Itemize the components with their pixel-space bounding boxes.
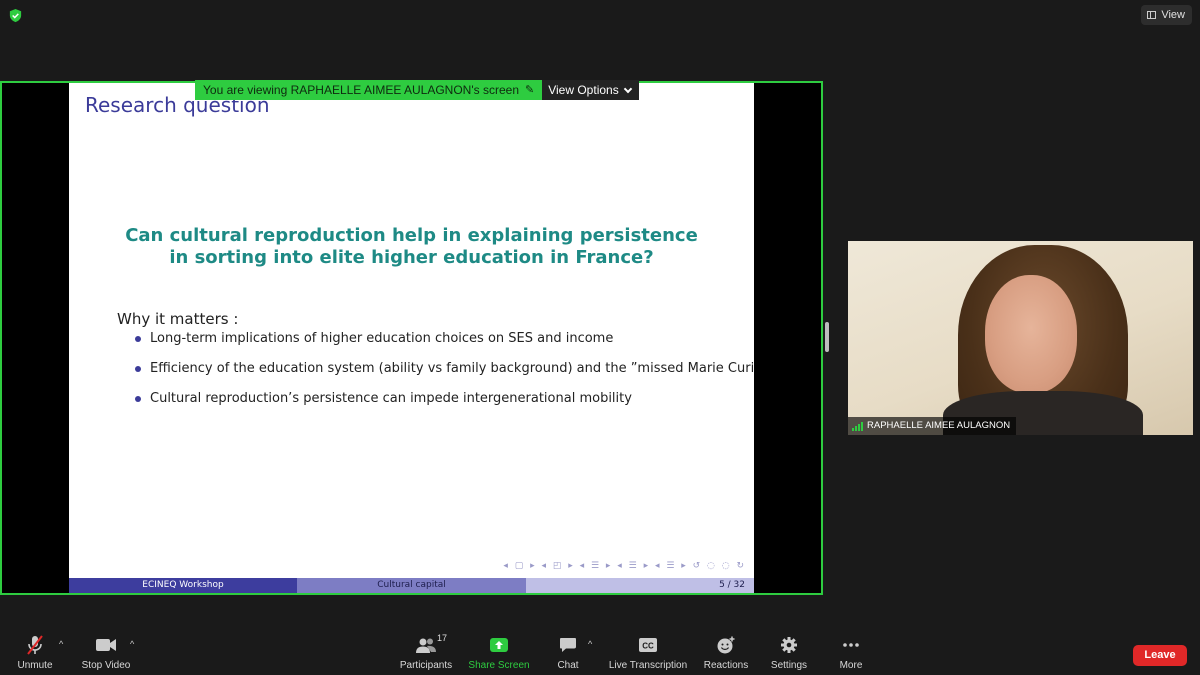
participants-button[interactable]: 17 Participants bbox=[399, 633, 453, 675]
shared-screen: Research question Can cultural reproduct… bbox=[0, 81, 823, 595]
share-screen-label: Share Screen bbox=[468, 660, 530, 671]
unmute-button[interactable]: Unmute bbox=[13, 633, 57, 675]
stop-video-button[interactable]: Stop Video bbox=[80, 633, 132, 675]
more-button[interactable]: More bbox=[838, 633, 864, 675]
meeting-toolbar: Unmute ^ Stop Video ^ 17 Participants Sh… bbox=[0, 633, 1200, 675]
video-face bbox=[985, 275, 1077, 393]
beamer-navigation-icons: ◂ ▢ ▸ ◂ ◰ ▸ ◂ ☰ ▸ ◂ ☰ ▸ ◂ ☰ ▸ ↺ ◌ ◌ ↻ bbox=[503, 561, 746, 571]
svg-text:CC: CC bbox=[642, 642, 654, 651]
participant-video[interactable]: RAPHAELLE AIMEE AULAGNON bbox=[848, 241, 1193, 435]
panel-resize-handle[interactable] bbox=[825, 322, 829, 352]
bullet-item: Efficiency of the education system (abil… bbox=[135, 360, 754, 390]
chat-options-caret-icon[interactable]: ^ bbox=[588, 639, 592, 649]
video-options-caret-icon[interactable]: ^ bbox=[130, 639, 134, 649]
chat-label: Chat bbox=[557, 660, 579, 671]
top-bar: View bbox=[0, 0, 1200, 32]
viewing-notice: You are viewing RAPHAELLE AIMEE AULAGNON… bbox=[195, 80, 543, 100]
participants-label: Participants bbox=[399, 660, 453, 671]
muted-microphone-icon bbox=[24, 635, 46, 655]
screen-share-banner: You are viewing RAPHAELLE AIMEE AULAGNON… bbox=[195, 80, 639, 100]
security-shield-icon[interactable] bbox=[8, 8, 23, 23]
participant-name-tag: RAPHAELLE AIMEE AULAGNON bbox=[848, 417, 1017, 435]
settings-label: Settings bbox=[770, 660, 808, 671]
view-button-label: View bbox=[1161, 9, 1185, 21]
settings-button[interactable]: Settings bbox=[770, 633, 808, 675]
question-line-2: in sorting into elite higher education i… bbox=[169, 247, 654, 268]
slide-footer: ECINEQ Workshop Cultural capital 5 / 32 bbox=[69, 578, 754, 593]
participants-count: 17 bbox=[436, 633, 447, 643]
bullet-list: Long-term implications of higher educati… bbox=[135, 330, 754, 420]
bullet-item: Cultural reproduction’s persistence can … bbox=[135, 390, 754, 420]
question-line-1: Can cultural reproduction help in explai… bbox=[125, 225, 698, 246]
gear-icon bbox=[778, 635, 800, 655]
leave-button[interactable]: Leave bbox=[1133, 645, 1187, 666]
share-screen-icon bbox=[488, 635, 510, 655]
closed-caption-icon: CC bbox=[637, 635, 659, 655]
signal-strength-icon bbox=[852, 421, 863, 431]
footer-page-number: 5 / 32 bbox=[526, 578, 754, 593]
more-label: More bbox=[839, 660, 863, 671]
emoji-reaction-icon bbox=[715, 635, 737, 655]
research-question: Can cultural reproduction help in explai… bbox=[69, 225, 754, 269]
live-transcription-label: Live Transcription bbox=[608, 660, 688, 671]
unmute-label: Unmute bbox=[17, 660, 53, 671]
video-camera-icon bbox=[95, 635, 117, 655]
share-screen-button[interactable]: Share Screen bbox=[468, 633, 530, 675]
footer-event: ECINEQ Workshop bbox=[69, 578, 297, 593]
stop-video-label: Stop Video bbox=[81, 660, 131, 671]
chat-bubble-icon bbox=[557, 635, 579, 655]
viewing-notice-text: You are viewing RAPHAELLE AIMEE AULAGNON… bbox=[203, 83, 519, 97]
participant-name: RAPHAELLE AIMEE AULAGNON bbox=[867, 420, 1011, 431]
reactions-button[interactable]: Reactions bbox=[704, 633, 748, 675]
live-transcription-button[interactable]: CC Live Transcription bbox=[608, 633, 688, 675]
presentation-slide: Research question Can cultural reproduct… bbox=[69, 83, 754, 593]
participants-icon: 17 bbox=[415, 633, 447, 655]
bullet-item: Long-term implications of higher educati… bbox=[135, 330, 754, 360]
view-button[interactable]: View bbox=[1141, 5, 1192, 25]
view-options-label: View Options bbox=[548, 83, 619, 97]
more-dots-icon bbox=[840, 635, 862, 655]
audio-options-caret-icon[interactable]: ^ bbox=[59, 639, 63, 649]
footer-topic: Cultural capital bbox=[297, 578, 526, 593]
view-grid-icon bbox=[1147, 11, 1157, 19]
pin-icon[interactable]: ✎ bbox=[525, 80, 534, 100]
view-options-button[interactable]: View Options bbox=[542, 80, 639, 100]
chat-button[interactable]: Chat bbox=[555, 633, 581, 675]
chevron-down-icon bbox=[623, 84, 632, 93]
why-it-matters-heading: Why it matters : bbox=[117, 310, 239, 328]
reactions-label: Reactions bbox=[703, 660, 749, 671]
